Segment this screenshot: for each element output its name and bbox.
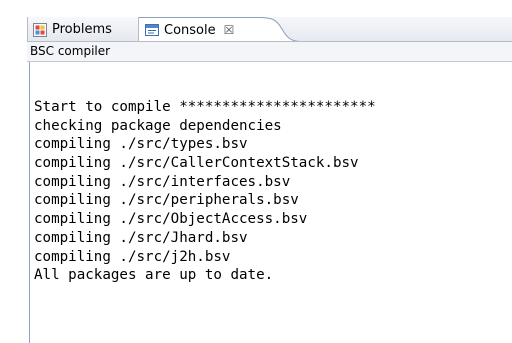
tab-console-label: Console [164, 22, 216, 38]
console-icon [144, 22, 160, 38]
console-line: Start to compile *********************** [34, 99, 376, 115]
tab-console[interactable]: Console ☒ [139, 17, 259, 42]
console-line: All packages are up to date. [34, 267, 274, 284]
close-icon[interactable]: ☒ [224, 24, 235, 36]
console-line: compiling ./src/interfaces.bsv [34, 173, 291, 190]
console-line: compiling ./src/ObjectAccess.bsv [34, 211, 308, 228]
console-name-bar: BSC compiler [27, 42, 512, 62]
tab-problems[interactable]: Problems [28, 17, 139, 42]
console-line: compiling ./src/Jhard.bsv [34, 229, 248, 246]
console-line: compiling ./src/CallerContextStack.bsv [34, 155, 359, 172]
console-output-lines: Start to compile ***********************… [34, 98, 376, 285]
console-line: checking package dependencies [34, 117, 282, 134]
console-output-area[interactable]: Start to compile ***********************… [29, 62, 512, 343]
console-line: compiling ./src/j2h.bsv [34, 248, 231, 265]
console-name: BSC compiler [30, 44, 111, 58]
problems-icon [32, 22, 48, 38]
tab-problems-label: Problems [52, 22, 112, 37]
tab-console-edge [258, 17, 302, 42]
eclipse-console-view: Problems Console ☒ BSC compiler Start to… [0, 0, 512, 343]
console-line: compiling ./src/types.bsv [34, 136, 248, 153]
console-line: compiling ./src/peripherals.bsv [34, 192, 299, 209]
